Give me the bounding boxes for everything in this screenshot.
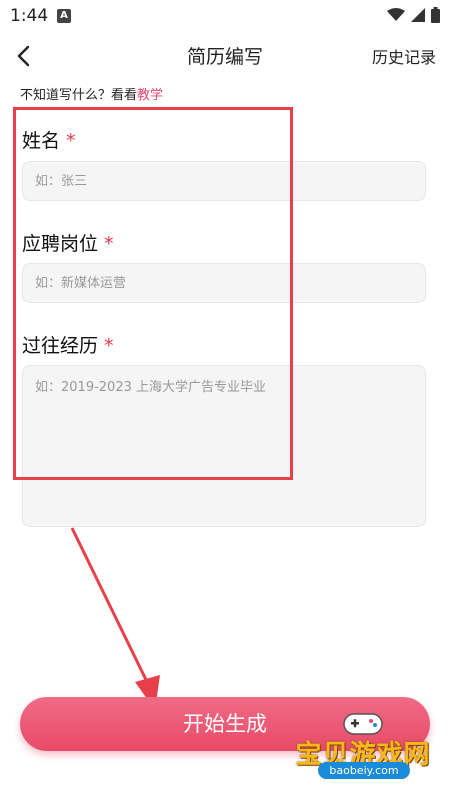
hint-text: 不知道写什么？看看	[20, 88, 138, 103]
highlight-box	[13, 107, 293, 480]
tutorial-link[interactable]: 教学	[137, 88, 163, 103]
history-button[interactable]: 历史记录	[372, 44, 436, 68]
status-bar: 1:44 A	[0, 0, 450, 32]
watermark-url: baobeiy.com	[318, 762, 410, 779]
back-arrow-icon	[17, 45, 30, 67]
app-notification-icon: A	[57, 9, 71, 23]
signal-icon	[411, 8, 425, 22]
watermark-logo: 宝贝游戏网 baobeiy.com	[278, 704, 448, 786]
wifi-icon	[387, 8, 405, 21]
status-time: 1:44	[10, 6, 49, 26]
battery-icon	[431, 7, 440, 23]
status-icons	[387, 7, 440, 23]
app-bar: 简历编写 历史记录	[0, 36, 450, 76]
back-button[interactable]	[10, 40, 40, 72]
tutorial-hint: 不知道写什么？看看教学	[20, 84, 163, 103]
